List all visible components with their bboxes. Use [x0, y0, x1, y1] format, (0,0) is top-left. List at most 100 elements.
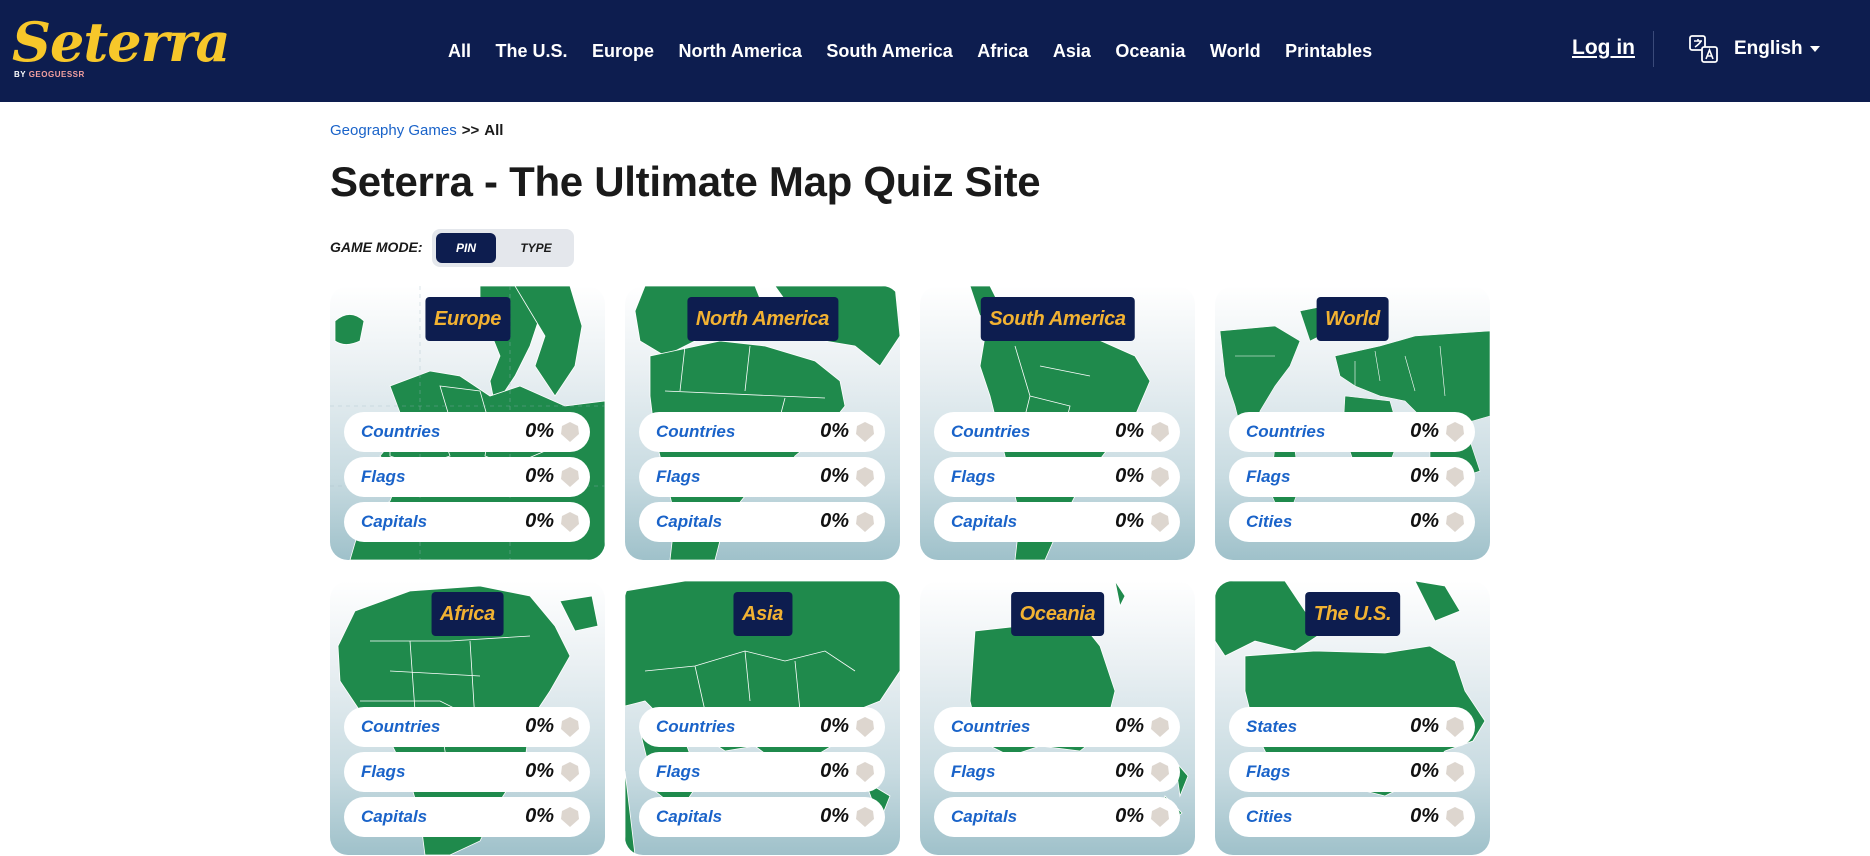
quiz-row-countries[interactable]: Countries 0% [344, 707, 590, 747]
quiz-row-label: Capitals [951, 512, 1018, 531]
card-title[interactable]: Asia [732, 592, 793, 636]
quiz-row-cities[interactable]: Cities 0% [1229, 797, 1475, 837]
medal-icon [1151, 422, 1169, 442]
nav-item-printables[interactable]: Printables [1285, 41, 1372, 62]
quiz-row-capitals[interactable]: Capitals 0% [639, 502, 885, 542]
card-south-america[interactable]: South America Countries 0% Flags 0% Capi… [920, 286, 1195, 560]
medal-icon [1151, 807, 1169, 827]
quiz-row-flags[interactable]: Flags 0% [344, 752, 590, 792]
card-title[interactable]: South America [980, 297, 1135, 341]
game-mode-type-button[interactable]: TYPE [506, 233, 566, 263]
card-the-us[interactable]: The U.S. States 0% Flags 0% Cities 0% [1215, 581, 1490, 855]
quiz-row-percent: 0% [525, 715, 554, 737]
medal-icon [1446, 762, 1464, 782]
quiz-row-capitals[interactable]: Capitals 0% [344, 502, 590, 542]
quiz-row-label: Flags [1246, 762, 1291, 781]
card-oceania[interactable]: Oceania Countries 0% Flags 0% Capitals 0… [920, 581, 1195, 855]
card-title[interactable]: Oceania [1010, 592, 1105, 636]
quiz-row-countries[interactable]: Countries 0% [639, 707, 885, 747]
card-europe[interactable]: Europe Countries 0% Flags 0% Capitals 0% [330, 286, 605, 560]
medal-icon [1446, 512, 1464, 532]
medal-icon [856, 467, 874, 487]
nav-item-asia[interactable]: Asia [1053, 41, 1091, 62]
header-divider [1653, 31, 1654, 67]
nav-item-africa[interactable]: Africa [977, 41, 1028, 62]
quiz-row-percent: 0% [525, 420, 554, 442]
quiz-row-percent: 0% [1410, 465, 1439, 487]
nav-item-oceania[interactable]: Oceania [1115, 41, 1185, 62]
quiz-row-capitals[interactable]: Capitals 0% [934, 502, 1180, 542]
quiz-row-label: Flags [656, 467, 701, 486]
quiz-row-flags[interactable]: Flags 0% [639, 457, 885, 497]
card-title[interactable]: Africa [431, 592, 504, 636]
medal-icon [856, 422, 874, 442]
quiz-row-percent: 0% [1410, 715, 1439, 737]
quiz-row-percent: 0% [525, 465, 554, 487]
quiz-row-percent: 0% [525, 760, 554, 782]
quiz-row-label: Flags [361, 467, 406, 486]
quiz-row-capitals[interactable]: Capitals 0% [344, 797, 590, 837]
medal-icon [1446, 717, 1464, 737]
quiz-row-countries[interactable]: Countries 0% [639, 412, 885, 452]
breadcrumb-separator: >> [461, 122, 480, 139]
nav-item-south-america[interactable]: South America [826, 41, 952, 62]
top-navigation-bar: Seterra BY GEOGUESSR All The U.S. Europe… [0, 0, 1870, 102]
quiz-row-countries[interactable]: Countries 0% [344, 412, 590, 452]
quiz-row-cities[interactable]: Cities 0% [1229, 502, 1475, 542]
quiz-row-flags[interactable]: Flags 0% [1229, 457, 1475, 497]
game-mode-pin-button[interactable]: PIN [436, 233, 496, 263]
quiz-row-label: Countries [361, 717, 441, 736]
nav-item-world[interactable]: World [1210, 41, 1261, 62]
quiz-row-countries[interactable]: Countries 0% [934, 412, 1180, 452]
medal-icon [856, 717, 874, 737]
quiz-row-capitals[interactable]: Capitals 0% [639, 797, 885, 837]
chevron-down-icon[interactable] [1810, 46, 1820, 52]
quiz-row-label: Flags [656, 762, 701, 781]
translate-icon[interactable] [1688, 33, 1720, 65]
quiz-row-percent: 0% [1115, 760, 1144, 782]
quiz-row-countries[interactable]: Countries 0% [934, 707, 1180, 747]
quiz-row-flags[interactable]: Flags 0% [344, 457, 590, 497]
card-title[interactable]: North America [686, 297, 839, 341]
quiz-row-percent: 0% [820, 715, 849, 737]
quiz-row-flags[interactable]: Flags 0% [1229, 752, 1475, 792]
quiz-row-label: Countries [951, 717, 1031, 736]
quiz-row-label: Flags [1246, 467, 1291, 486]
quiz-row-label: Countries [1246, 422, 1326, 441]
quiz-row-label: Flags [361, 762, 406, 781]
medal-icon [1151, 717, 1169, 737]
quiz-row-flags[interactable]: Flags 0% [934, 752, 1180, 792]
breadcrumb-link[interactable]: Geography Games [330, 122, 457, 139]
logo-wordmark: Seterra [12, 10, 231, 74]
quiz-row-percent: 0% [820, 760, 849, 782]
seterra-logo[interactable]: Seterra BY GEOGUESSR [12, 12, 231, 84]
quiz-row-flags[interactable]: Flags 0% [639, 752, 885, 792]
language-selector[interactable]: English [1734, 38, 1803, 60]
card-title[interactable]: The U.S. [1304, 592, 1401, 636]
quiz-row-capitals[interactable]: Capitals 0% [934, 797, 1180, 837]
nav-item-europe[interactable]: Europe [592, 41, 654, 62]
quiz-row-countries[interactable]: Countries 0% [1229, 412, 1475, 452]
login-link[interactable]: Log in [1572, 36, 1635, 60]
quiz-row-label: Capitals [951, 807, 1018, 826]
medal-icon [1446, 422, 1464, 442]
nav-item-all[interactable]: All [448, 41, 471, 62]
card-asia[interactable]: Asia Countries 0% Flags 0% Capitals 0% [625, 581, 900, 855]
card-north-america[interactable]: North America Countries 0% Flags 0% Capi… [625, 286, 900, 560]
quiz-row-label: Countries [951, 422, 1031, 441]
card-world[interactable]: World Countries 0% Flags 0% Cities 0% [1215, 286, 1490, 560]
game-mode-label: GAME MODE: [330, 239, 423, 255]
nav-item-north-america[interactable]: North America [679, 41, 802, 62]
card-title[interactable]: Europe [424, 297, 511, 341]
medal-icon [561, 717, 579, 737]
quiz-row-label: Countries [656, 717, 736, 736]
medal-icon [561, 762, 579, 782]
quiz-row-label: Capitals [656, 512, 723, 531]
quiz-row-percent: 0% [820, 420, 849, 442]
card-title[interactable]: World [1316, 297, 1389, 341]
quiz-row-flags[interactable]: Flags 0% [934, 457, 1180, 497]
quiz-row-states[interactable]: States 0% [1229, 707, 1475, 747]
card-africa[interactable]: Africa Countries 0% Flags 0% Capitals 0% [330, 581, 605, 855]
nav-item-the-us[interactable]: The U.S. [496, 41, 568, 62]
quiz-row-percent: 0% [1410, 510, 1439, 532]
